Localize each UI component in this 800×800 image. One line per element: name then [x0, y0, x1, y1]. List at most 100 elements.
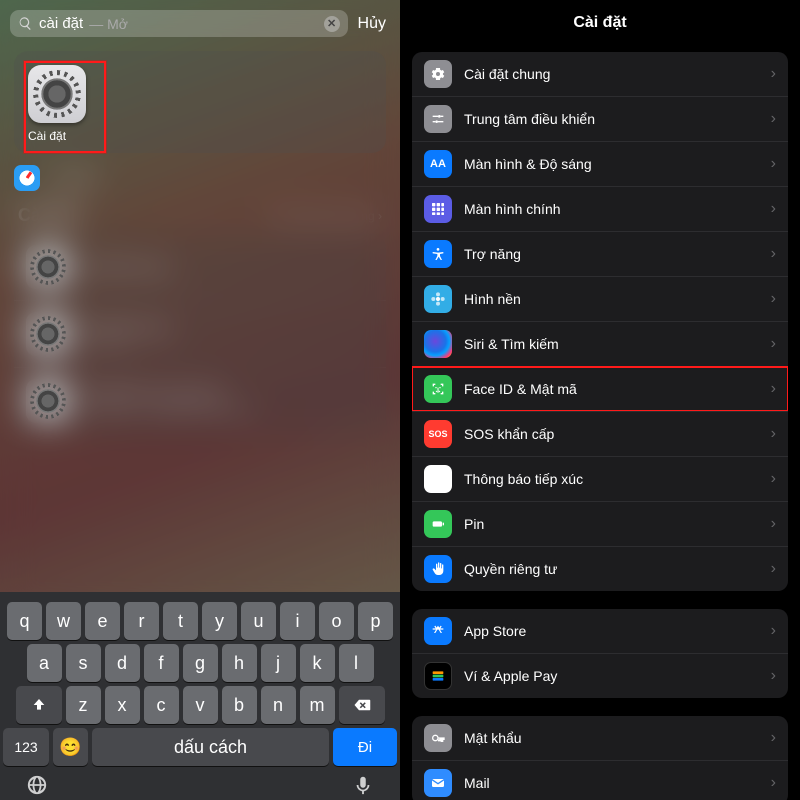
- key-x[interactable]: x: [105, 686, 140, 724]
- emoji-key[interactable]: 😊: [53, 728, 88, 766]
- cell-label: Quyền riêng tư: [464, 561, 759, 577]
- cell-label: Hình nền: [464, 291, 759, 307]
- settings-cell[interactable]: Thông báo tiếp xúc›: [412, 456, 788, 501]
- key-b[interactable]: b: [222, 686, 257, 724]
- top-hit-box: Cài đặt: [14, 51, 386, 153]
- flower-icon: [424, 285, 452, 313]
- cell-label: Màn hình & Độ sáng: [464, 156, 759, 172]
- chevron-right-icon: ›: [771, 155, 776, 173]
- key-c[interactable]: c: [144, 686, 179, 724]
- key-q[interactable]: q: [7, 602, 42, 640]
- globe-icon[interactable]: [26, 774, 48, 796]
- settings-cell[interactable]: Trợ năng›: [412, 231, 788, 276]
- key-u[interactable]: u: [241, 602, 276, 640]
- gear-icon: [424, 60, 452, 88]
- chevron-right-icon: ›: [771, 290, 776, 308]
- shift-key[interactable]: [16, 686, 62, 724]
- key-p[interactable]: p: [358, 602, 393, 640]
- chevron-right-icon: ›: [771, 622, 776, 640]
- cell-label: App Store: [464, 623, 759, 639]
- search-query: cài đặt: [39, 15, 83, 32]
- numeric-switch-key[interactable]: 123: [3, 728, 49, 766]
- key-z[interactable]: z: [66, 686, 101, 724]
- settings-cell[interactable]: Face ID & Mật mã ›: [412, 366, 788, 411]
- settings-cell[interactable]: Màn hình chính›: [412, 186, 788, 231]
- key-h[interactable]: h: [222, 644, 257, 682]
- key-n[interactable]: n: [261, 686, 296, 724]
- key-o[interactable]: o: [319, 602, 354, 640]
- key-w[interactable]: w: [46, 602, 81, 640]
- key-icon: [424, 724, 452, 752]
- battery-icon: [424, 510, 452, 538]
- key-i[interactable]: i: [280, 602, 315, 640]
- spotlight-pane: cài đặt — Mở ✕ Hủy Cài đặt cài đặt Cài đ…: [0, 0, 400, 800]
- key-l[interactable]: l: [339, 644, 374, 682]
- settings-cell[interactable]: Hình nền ›: [412, 276, 788, 321]
- clear-icon[interactable]: ✕: [324, 16, 340, 32]
- mic-icon[interactable]: [352, 774, 374, 796]
- key-t[interactable]: t: [163, 602, 198, 640]
- search-hint: — Mở: [89, 16, 128, 32]
- key-d[interactable]: d: [105, 644, 140, 682]
- settings-cell[interactable]: Mật khẩu›: [412, 716, 788, 760]
- settings-cell[interactable]: Pin›: [412, 501, 788, 546]
- key-a[interactable]: a: [27, 644, 62, 682]
- chevron-right-icon: ›: [771, 470, 776, 488]
- search-icon: [18, 16, 33, 31]
- cancel-button[interactable]: Hủy: [358, 15, 390, 33]
- key-g[interactable]: g: [183, 644, 218, 682]
- cell-label: Mail: [464, 775, 759, 791]
- settings-cell[interactable]: AAMàn hình & Độ sáng›: [412, 141, 788, 186]
- key-e[interactable]: e: [85, 602, 120, 640]
- go-key[interactable]: Đi: [333, 728, 397, 766]
- settings-cell[interactable]: Ví & Apple Pay ›: [412, 653, 788, 698]
- chevron-right-icon: ›: [771, 774, 776, 792]
- key-s[interactable]: s: [66, 644, 101, 682]
- chevron-right-icon: ›: [771, 380, 776, 398]
- cell-label: Trợ năng: [464, 246, 759, 262]
- cell-label: Cài đặt chung: [464, 66, 759, 82]
- access-icon: [424, 240, 452, 268]
- safari-icon: [14, 165, 40, 191]
- chevron-right-icon: ›: [771, 667, 776, 685]
- key-r[interactable]: r: [124, 602, 159, 640]
- space-key[interactable]: dấu cách: [92, 728, 329, 766]
- cell-label: Face ID & Mật mã: [464, 381, 759, 397]
- SOS-icon: SOS: [424, 420, 452, 448]
- settings-cell[interactable]: Cài đặt chung ›: [412, 52, 788, 96]
- key-j[interactable]: j: [261, 644, 296, 682]
- key-y[interactable]: y: [202, 602, 237, 640]
- settings-cell[interactable]: Siri & Tìm kiếm›: [412, 321, 788, 366]
- backspace-key[interactable]: [339, 686, 385, 724]
- settings-cell[interactable]: Trung tâm điều khiển ›: [412, 96, 788, 141]
- chevron-right-icon: ›: [771, 200, 776, 218]
- siri-icon: [424, 330, 452, 358]
- cell-label: Trung tâm điều khiển: [464, 111, 759, 127]
- faceid-icon: [424, 375, 452, 403]
- key-v[interactable]: v: [183, 686, 218, 724]
- settings-cell[interactable]: App Store ›: [412, 609, 788, 653]
- cell-label: Siri & Tìm kiếm: [464, 336, 759, 352]
- search-field[interactable]: cài đặt — Mở ✕: [10, 10, 348, 37]
- key-m[interactable]: m: [300, 686, 335, 724]
- key-k[interactable]: k: [300, 644, 335, 682]
- sliders-icon: [424, 105, 452, 133]
- hand-icon: [424, 555, 452, 583]
- settings-group-3: Mật khẩu› Mail ›: [412, 716, 788, 800]
- mail-icon: [424, 769, 452, 797]
- key-f[interactable]: f: [144, 644, 179, 682]
- cell-label: SOS khẩn cấp: [464, 426, 759, 442]
- keyboard-bottom-bar: [0, 774, 400, 796]
- settings-cell[interactable]: SOSSOS khẩn cấp›: [412, 411, 788, 456]
- chevron-right-icon: ›: [771, 65, 776, 83]
- page-title: Cài đặt: [400, 0, 800, 44]
- search-row: cài đặt — Mở ✕ Hủy: [0, 0, 400, 43]
- cell-label: Pin: [464, 516, 759, 532]
- settings-pane: Cài đặt Cài đặt chung›Trung tâm điều khi…: [400, 0, 800, 800]
- expose-icon: [424, 465, 452, 493]
- settings-cell[interactable]: Quyền riêng tư›: [412, 546, 788, 591]
- settings-cell[interactable]: Mail ›: [412, 760, 788, 800]
- cell-label: Ví & Apple Pay: [464, 668, 759, 684]
- appstore-icon: [424, 617, 452, 645]
- chevron-right-icon: ›: [771, 110, 776, 128]
